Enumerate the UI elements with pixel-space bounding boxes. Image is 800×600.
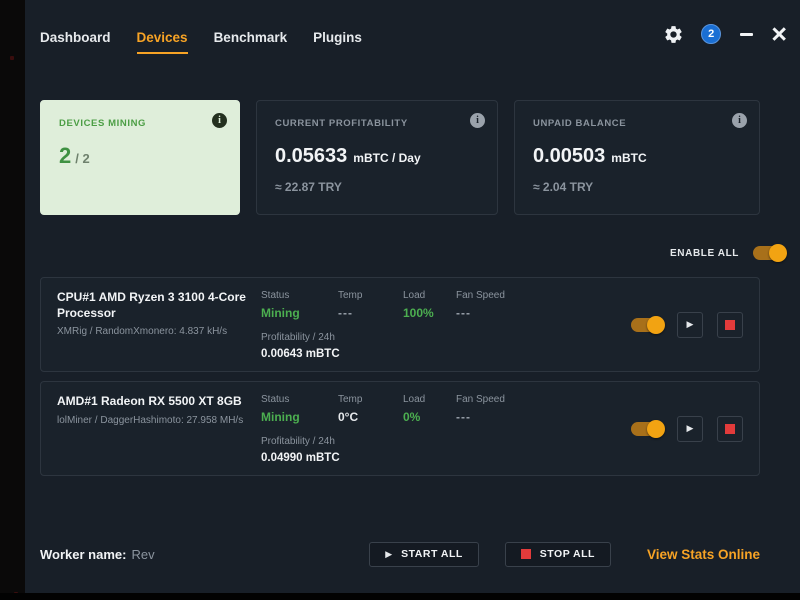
toggle-knob	[647, 315, 665, 334]
fan-speed-label: Fan Speed	[456, 290, 505, 301]
temp-label: Temp	[338, 290, 363, 301]
status-label: Status	[261, 290, 290, 301]
play-icon: ▶	[385, 548, 393, 559]
device-toggle[interactable]	[631, 419, 665, 438]
enable-all-label: ENABLE ALL	[670, 247, 739, 259]
info-icon[interactable]: i	[212, 113, 227, 128]
balance-label: UNPAID BALANCE	[533, 118, 627, 129]
minimize-button[interactable]	[738, 23, 754, 45]
profitability-24h-value: 0.00643 mBTC	[261, 348, 340, 360]
device-toggle[interactable]	[631, 315, 665, 334]
start-all-label: START ALL	[401, 548, 463, 560]
device-name: CPU#1 AMD Ryzen 3 3100 4-Core Processor	[57, 290, 246, 320]
toggle-knob	[647, 419, 665, 438]
profitability-value: 0.05633	[275, 145, 348, 167]
devices-mining-total: / 2	[75, 151, 90, 166]
stop-all-label: STOP ALL	[539, 548, 595, 560]
device-stop-button[interactable]	[717, 415, 743, 442]
notification-badge[interactable]: 2	[701, 24, 722, 44]
device-name: AMD#1 Radeon RX 5500 XT 8GB	[57, 394, 242, 408]
desktop-left-edge	[0, 0, 25, 600]
load-value: 0%	[403, 410, 421, 424]
fan-speed-label: Fan Speed	[456, 394, 505, 405]
footer-bar: Worker name: Rev ▶ START ALL STOP ALL Vie…	[40, 540, 760, 568]
balance-unit: mBTC	[611, 151, 647, 165]
tab-dashboard[interactable]: Dashboard	[40, 30, 111, 52]
stats-cards: i DEVICES MINING 2 / 2 i CURRENT PROFITA…	[40, 100, 760, 215]
toggle-knob	[769, 244, 787, 262]
devices-mining-value: 2	[59, 143, 72, 168]
status-label: Status	[261, 394, 290, 405]
unpaid-balance-card: i UNPAID BALANCE 0.00503 mBTC ≈ 2.04 TRY	[514, 100, 760, 215]
tab-benchmark[interactable]: Benchmark	[214, 30, 288, 52]
enable-all-toggle[interactable]	[753, 244, 787, 262]
profitability-label: CURRENT PROFITABILITY	[275, 118, 408, 129]
device-stop-button[interactable]	[717, 311, 743, 338]
profitability-24h-value: 0.04990 mBTC	[261, 452, 340, 464]
status-value: Mining	[261, 410, 300, 424]
devices-mining-label: DEVICES MINING	[59, 118, 147, 129]
window-controls: 2 ×	[662, 21, 787, 48]
devices-mining-card: i DEVICES MINING 2 / 2	[40, 100, 240, 215]
start-all-button[interactable]: ▶ START ALL	[369, 541, 479, 567]
main-nav: Dashboard Devices Benchmark Plugins	[40, 30, 362, 54]
load-label: Load	[403, 394, 426, 405]
device-miner-info: XMRig / RandomXmonero: 4.837 kH/s	[57, 326, 228, 338]
load-label: Load	[403, 290, 426, 301]
profitability-24h-label: Profitability / 24h	[261, 436, 335, 447]
play-icon: ▶	[686, 423, 694, 433]
view-stats-online-link[interactable]: View Stats Online	[647, 547, 760, 562]
temp-value: 0°C	[338, 410, 359, 424]
stop-icon	[725, 423, 735, 434]
temp-value: ---	[338, 306, 353, 320]
device-row-gpu: AMD#1 Radeon RX 5500 XT 8GB lolMiner / D…	[40, 381, 760, 476]
minimize-icon	[739, 32, 753, 36]
worker-name-label: Worker name:	[40, 546, 127, 562]
close-button[interactable]: ×	[771, 21, 787, 48]
temp-label: Temp	[338, 394, 363, 405]
fan-speed-value: ---	[456, 410, 471, 424]
balance-fiat: ≈ 2.04 TRY	[533, 180, 594, 194]
settings-gear-icon[interactable]	[662, 23, 684, 45]
status-value: Mining	[261, 306, 300, 320]
load-value: 100%	[403, 306, 434, 320]
worker-name: Worker name: Rev	[40, 547, 155, 562]
desktop-bottom-edge	[0, 593, 800, 600]
profitability-fiat: ≈ 22.87 TRY	[275, 180, 342, 194]
stop-icon	[520, 549, 531, 559]
stop-all-button[interactable]: STOP ALL	[504, 541, 611, 567]
tab-plugins[interactable]: Plugins	[313, 30, 362, 52]
device-row-cpu: CPU#1 AMD Ryzen 3 3100 4-Core Processor …	[40, 277, 760, 372]
fan-speed-value: ---	[456, 306, 471, 320]
play-icon: ▶	[686, 319, 694, 329]
profitability-24h-label: Profitability / 24h	[261, 332, 335, 343]
app-screen: Dashboard Devices Benchmark Plugins 2 × …	[0, 0, 800, 600]
tab-devices[interactable]: Devices	[136, 30, 188, 54]
miner-window: Dashboard Devices Benchmark Plugins 2 × …	[25, 0, 800, 593]
info-icon[interactable]: i	[732, 113, 747, 128]
stop-icon	[725, 319, 735, 330]
balance-value: 0.00503	[533, 145, 606, 167]
worker-name-value: Rev	[131, 546, 155, 562]
device-start-button[interactable]: ▶	[677, 311, 703, 338]
profitability-card: i CURRENT PROFITABILITY 0.05633 mBTC / D…	[256, 100, 498, 215]
device-start-button[interactable]: ▶	[677, 415, 703, 442]
profitability-unit: mBTC / Day	[353, 151, 421, 165]
desktop-artifact	[10, 56, 14, 60]
enable-all-row: ENABLE ALL	[670, 244, 787, 262]
info-icon[interactable]: i	[470, 113, 485, 128]
device-miner-info: lolMiner / DaggerHashimoto: 27.958 MH/s	[57, 414, 244, 426]
